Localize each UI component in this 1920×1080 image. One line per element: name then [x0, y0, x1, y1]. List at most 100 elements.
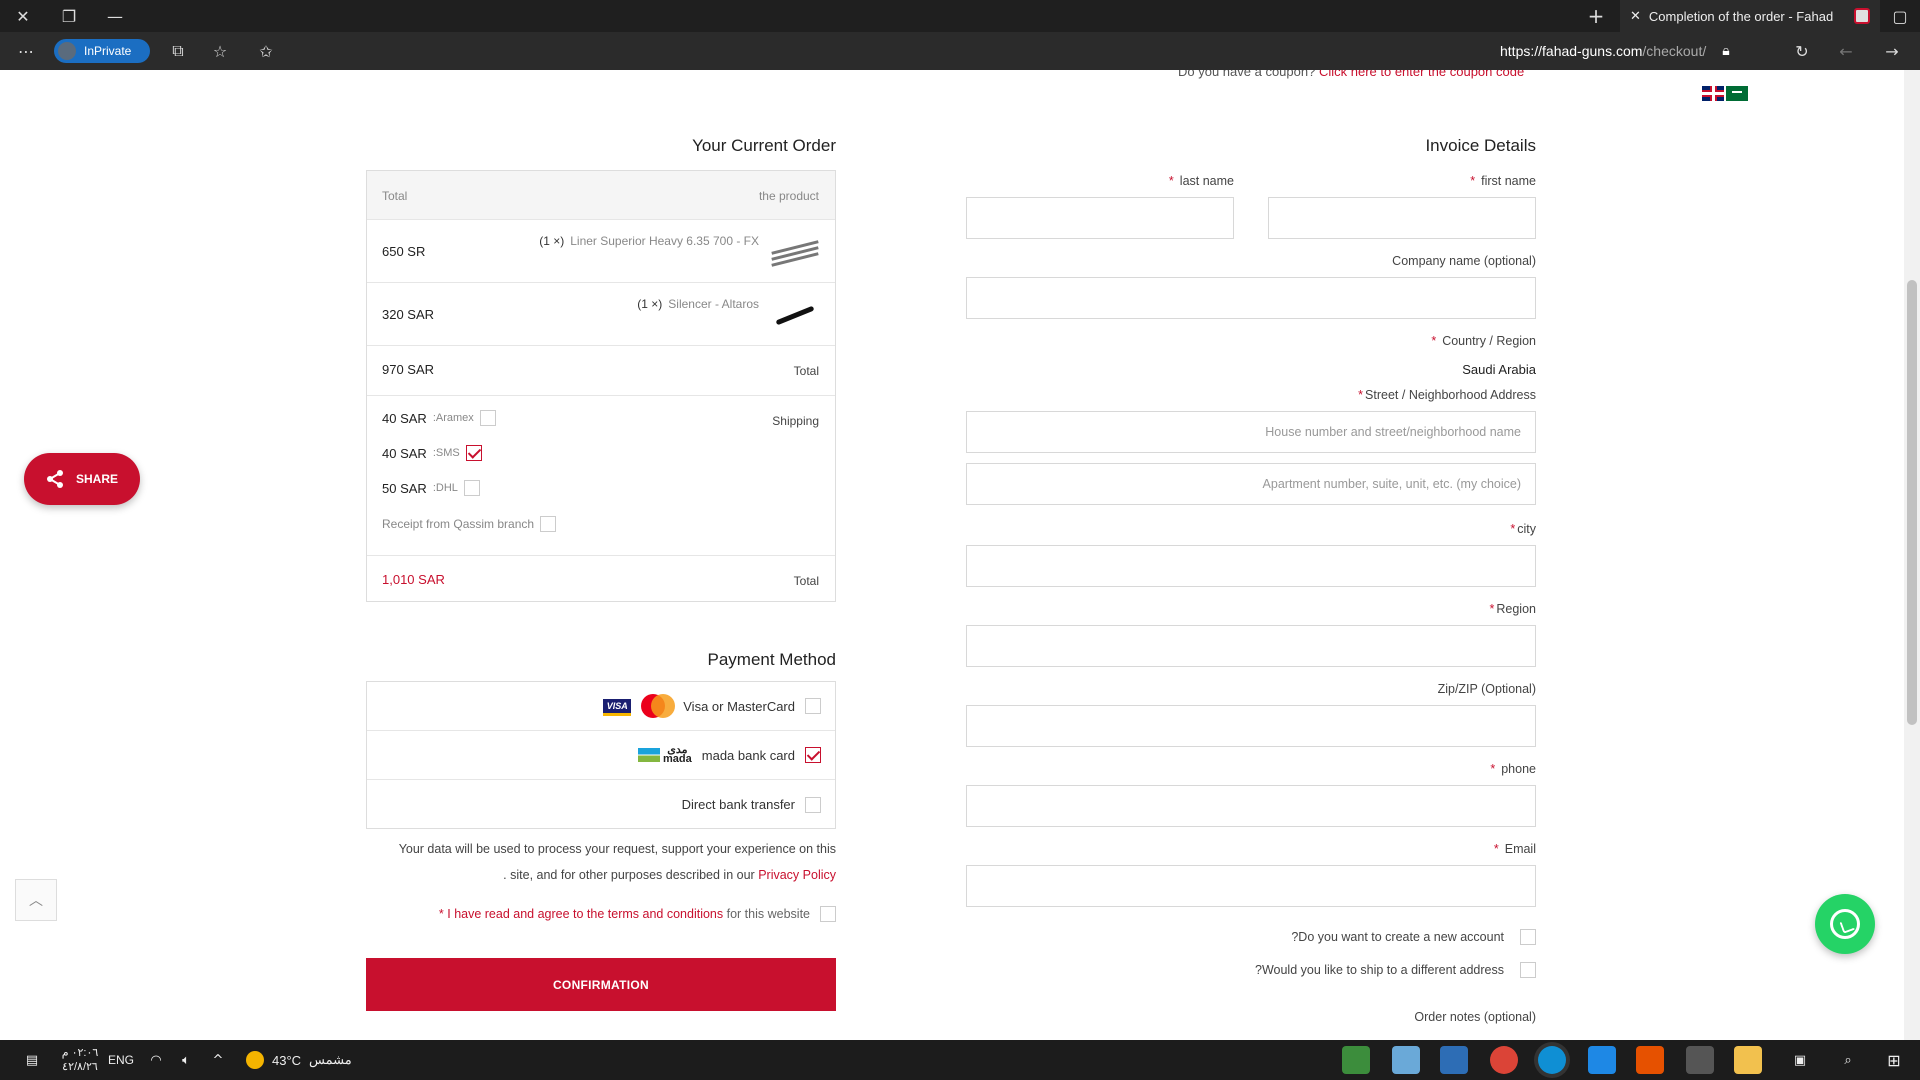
first-name-field[interactable]: [1268, 197, 1536, 239]
payment-checkbox[interactable]: [805, 796, 821, 813]
shipping-checkbox[interactable]: [465, 445, 482, 461]
ship-different-option[interactable]: ?Would you like to ship to a different a…: [966, 962, 1536, 978]
add-favorite-icon[interactable]: ✩: [246, 32, 286, 70]
more-menu-icon[interactable]: ⋯: [6, 32, 46, 70]
whatsapp-button[interactable]: [1815, 894, 1875, 954]
item-qty: (1 ×): [637, 297, 663, 311]
ship-different-checkbox[interactable]: [1520, 962, 1536, 978]
shipping-option-aramex[interactable]: 40 SAR:Aramex: [382, 410, 496, 426]
coupon-link[interactable]: Click here to enter the coupon code: [1319, 70, 1524, 79]
english-flag-icon[interactable]: [1702, 86, 1724, 101]
last-name-field[interactable]: [966, 197, 1234, 239]
restore-window-icon[interactable]: ❐: [46, 0, 92, 32]
refresh-icon[interactable]: ↻: [1782, 32, 1822, 70]
new-tab-button[interactable]: +: [1580, 0, 1612, 32]
notifications-icon[interactable]: ▤: [14, 1040, 50, 1080]
photos-app-icon[interactable]: [1440, 1046, 1468, 1074]
shipping-checkbox[interactable]: [463, 480, 480, 496]
store-app-icon[interactable]: [1686, 1046, 1714, 1074]
street-field[interactable]: House number and street/neighborhood nam…: [966, 411, 1536, 453]
col-total: Total: [382, 189, 408, 203]
payment-checkbox[interactable]: [805, 698, 821, 714]
create-account-checkbox[interactable]: [1520, 929, 1536, 945]
file-explorer-app-icon[interactable]: [1734, 1046, 1762, 1074]
payment-checkbox[interactable]: [805, 747, 821, 763]
tab-checkout[interactable]: ✕ Completion of the order - Fahad: [1620, 0, 1880, 32]
email-label: * Email: [966, 842, 1536, 856]
payment-heading: Payment Method: [707, 650, 836, 669]
shipping-option-sms[interactable]: 40 SAR:SMS: [382, 445, 482, 461]
share-button[interactable]: SHARE: [24, 453, 140, 505]
weather-text: مشمس: [309, 1052, 352, 1067]
invoice-heading: Invoice Details: [1425, 136, 1536, 155]
shipping-option-pickup[interactable]: Receipt from Qassim branch: [382, 516, 557, 532]
volume-icon[interactable]: 🔈︎: [174, 1040, 198, 1080]
favorites-icon[interactable]: ☆: [200, 32, 240, 70]
terms-checkbox[interactable]: [820, 906, 836, 922]
chrome-app-icon[interactable]: [1490, 1046, 1518, 1074]
city-field[interactable]: [966, 545, 1536, 587]
zip-field[interactable]: [966, 705, 1536, 747]
privacy-policy-link[interactable]: Privacy Policy: [758, 868, 836, 882]
lock-icon[interactable]: 🔒︎: [1722, 43, 1729, 59]
weather-widget[interactable]: 43°C مشمس: [246, 1040, 352, 1080]
tab-actions-icon[interactable]: ▢: [1880, 0, 1920, 32]
shipping-option-dhl[interactable]: 50 SAR:DHL: [382, 480, 480, 496]
required-mark: *: [1490, 762, 1496, 776]
agree-prefix: * I have read and agree to the: [438, 907, 605, 921]
start-icon[interactable]: ⊞: [1880, 1040, 1908, 1080]
shipping-checkbox[interactable]: [479, 410, 496, 426]
scrollbar-thumb[interactable]: [1907, 280, 1917, 725]
terms-link[interactable]: terms and conditions: [608, 907, 723, 921]
mail-app-icon[interactable]: [1588, 1046, 1616, 1074]
create-account-label: ?Do you want to create a new account: [1291, 930, 1504, 944]
url-path: /checkout/: [1642, 43, 1707, 59]
chevron-up-icon[interactable]: ^: [206, 1040, 230, 1080]
payment-label: Direct bank transfer: [681, 797, 795, 812]
shipping-row: Shipping 40 SAR:Aramex 40 SAR:SMS 50 SAR…: [367, 396, 835, 556]
ship-different-label: ?Would you like to ship to a different a…: [1255, 963, 1504, 977]
payment-visa-mastercard[interactable]: VISA Visa or MasterCard: [367, 682, 835, 731]
checkout-page: Do you have a coupon? Click here to ente…: [0, 70, 1904, 1040]
label-text: phone: [1501, 762, 1536, 776]
total-label: Total: [793, 574, 819, 588]
clock[interactable]: ٠٢:٠٦ م ٤٢/٨/٢٦: [56, 1040, 104, 1080]
language-indicator[interactable]: ENG: [106, 1040, 136, 1080]
apartment-field[interactable]: Apartment number, suite, unit, etc. (my …: [966, 463, 1536, 505]
order-summary: Total the product 650 SR (1 ×) Liner Supe…: [366, 170, 836, 602]
privacy-text-1: Your data will be used to process your r…: [398, 842, 836, 856]
company-field[interactable]: [966, 277, 1536, 319]
media-player-app-icon[interactable]: [1636, 1046, 1664, 1074]
confirm-order-button[interactable]: CONFIRMATION: [366, 958, 836, 1011]
payment-mada[interactable]: مدى mada mada bank card: [367, 731, 835, 780]
inprivate-badge[interactable]: InPrivate: [54, 39, 150, 63]
create-account-option[interactable]: ?Do you want to create a new account: [966, 929, 1536, 945]
region-field[interactable]: [966, 625, 1536, 667]
search-icon[interactable]: ⌕: [1834, 1040, 1862, 1080]
forward-icon[interactable]: →: [1872, 32, 1912, 70]
collections-icon[interactable]: ⧉: [158, 32, 198, 70]
close-tab-icon[interactable]: ✕: [1630, 9, 1641, 24]
scroll-to-top-button[interactable]: ︿: [15, 879, 57, 921]
phone-field[interactable]: [966, 785, 1536, 827]
minimize-window-icon[interactable]: —: [92, 0, 138, 32]
payment-bank-transfer[interactable]: Direct bank transfer: [367, 780, 835, 829]
edge-app-icon[interactable]: [1538, 1046, 1566, 1074]
total-row: 1,010 SAR Total: [367, 556, 835, 604]
arabic-flag-icon[interactable]: [1726, 86, 1748, 101]
wifi-icon[interactable]: ◠: [144, 1040, 168, 1080]
sticky-notes-app-icon[interactable]: [1392, 1046, 1420, 1074]
page-scrollbar[interactable]: [1904, 70, 1920, 1040]
total-value: 1,010 SAR: [382, 572, 445, 587]
close-window-icon[interactable]: ✕: [0, 0, 46, 32]
product-thumbnail[interactable]: [769, 295, 821, 333]
shipping-checkbox[interactable]: [540, 516, 557, 532]
email-field[interactable]: [966, 865, 1536, 907]
task-view-icon[interactable]: ▣: [1786, 1040, 1814, 1080]
subtotal-value: 970 SAR: [382, 362, 435, 377]
address-bar[interactable]: https://fahad-guns.com/checkout/ 🔒︎: [1500, 32, 1730, 70]
notepad-app-icon[interactable]: [1342, 1046, 1370, 1074]
product-thumbnail[interactable]: [769, 232, 821, 270]
back-icon[interactable]: ←: [1826, 32, 1866, 70]
shipping-carrier: Receipt from Qassim branch: [382, 517, 535, 531]
